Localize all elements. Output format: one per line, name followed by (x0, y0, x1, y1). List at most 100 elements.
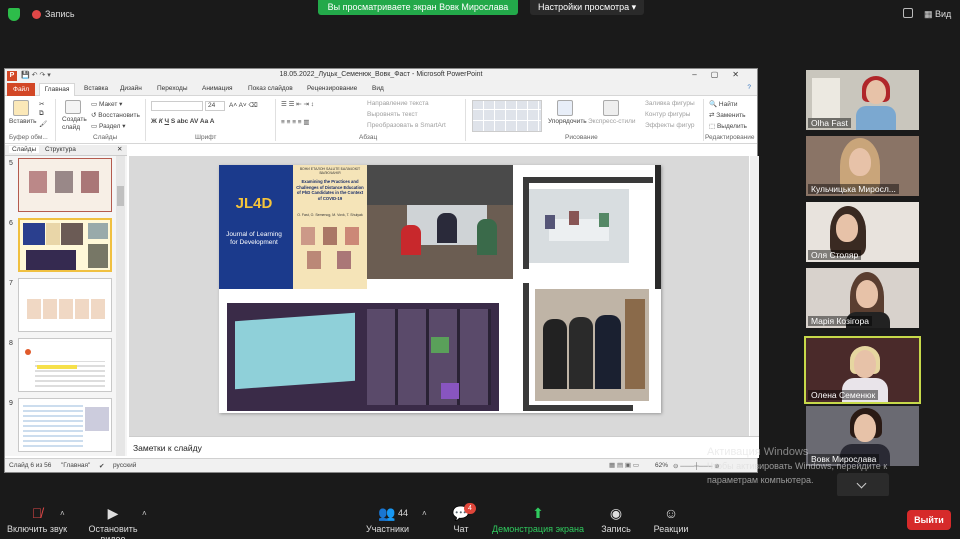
share-screen-button[interactable]: ⬆ Демонстрация экрана (492, 506, 584, 534)
font-size-field[interactable]: 24 (205, 101, 225, 111)
reset-label: Восстановить (98, 112, 140, 119)
participant-tile-active-speaker[interactable]: Олена Семенюк (804, 336, 921, 404)
replace-button[interactable]: ⇄ Заменить (709, 111, 745, 119)
unmute-button[interactable]: 🎙̸ Включить звук (6, 506, 68, 534)
group-drawing-label: Рисование (565, 134, 598, 141)
layout-button[interactable]: ▭ Макет ▾ (91, 100, 122, 108)
tab-file[interactable]: Файл (7, 83, 35, 96)
help-icon[interactable]: ? (747, 84, 751, 91)
tab-transitions[interactable]: Переходы (157, 85, 188, 92)
shape-effects-button[interactable]: Эффекты фигур (645, 122, 695, 129)
current-slide[interactable]: JL4D Journal of Learning for Development… (219, 165, 661, 413)
shape-fill-button[interactable]: Заливка фигуры (645, 100, 695, 107)
new-slide-icon[interactable] (65, 100, 81, 114)
slide-thumbnail-selected[interactable] (18, 218, 112, 272)
tab-slides[interactable]: Слайды (9, 146, 40, 153)
tab-design[interactable]: Дизайн (120, 85, 142, 92)
paste-icon[interactable] (13, 100, 29, 116)
fullscreen-icon[interactable] (903, 8, 913, 18)
slide-thumbnail[interactable] (18, 338, 112, 392)
participant-name: Оля Столяр (808, 250, 862, 260)
windows-activation-line2: Чтобы активировать Windows, перейдите к (707, 461, 888, 471)
quick-styles-button[interactable]: Экспресс-стили (588, 118, 636, 125)
convert-smartart-button[interactable]: Преобразовать в SmartArt (367, 122, 446, 129)
thumb-number: 5 (9, 160, 13, 167)
view-button-label: Вид (935, 9, 952, 19)
chat-badge: 4 (464, 503, 476, 514)
view-mode-icons[interactable]: ▦ ▤ ▣ ▭ (609, 461, 639, 469)
video-camera-icon: ▶︎ (107, 505, 119, 521)
theme-name: "Главная" (61, 462, 91, 469)
copy-icon[interactable]: ⧉ (39, 110, 44, 118)
arrange-button[interactable]: Упорядочить (548, 118, 587, 125)
share-screen-label: Демонстрация экрана (492, 524, 584, 534)
select-button[interactable]: ⬚ Выделить (709, 122, 747, 130)
round-table-photo (529, 189, 629, 263)
find-button[interactable]: 🔍 Найти (709, 100, 737, 108)
participant-tile[interactable]: Оля Столяр (806, 202, 919, 262)
reset-button[interactable]: ↺ Восстановить (91, 111, 140, 119)
tab-outline[interactable]: Структура (45, 146, 76, 153)
close-pane-icon[interactable]: ✕ (117, 145, 122, 153)
language-indicator[interactable]: русский (113, 462, 136, 469)
shapes-gallery[interactable] (472, 100, 542, 132)
format-painter-icon[interactable]: 🖌 (39, 120, 47, 128)
list-icons[interactable]: ☰ ☰ ⇤ ⇥ ↕ (281, 100, 314, 108)
view-options-button[interactable]: Настройки просмотра ▾ (530, 0, 645, 15)
slide-thumbnail[interactable] (18, 398, 112, 452)
stop-video-label: Остановить видео (88, 524, 138, 539)
slide-thumbnail[interactable] (18, 158, 112, 212)
audio-options-caret-icon[interactable]: ˄ (60, 509, 65, 518)
arrange-icon[interactable] (557, 100, 573, 116)
tab-review[interactable]: Рецензирование (307, 85, 357, 92)
reactions-button[interactable]: ☺ Реакции (652, 506, 690, 534)
pane-scrollbar[interactable] (116, 156, 125, 456)
tab-animation[interactable]: Анимация (202, 85, 233, 92)
participant-tile[interactable]: Марія Козігора (806, 268, 919, 328)
text-direction-button[interactable]: Направление текста (367, 100, 429, 107)
record-button[interactable]: ◉ Запись (598, 506, 634, 534)
participant-tile[interactable]: Кульчицька Миросл... (806, 136, 919, 196)
shape-outline-button[interactable]: Контур фигуры (645, 111, 690, 118)
new-slide-button[interactable]: Создать слайд (62, 116, 88, 132)
align-icons[interactable]: ≡ ≡ ≡ ≡ ▥ (281, 118, 310, 126)
participants-count: 44 (398, 508, 409, 518)
slide-vertical-scrollbar[interactable] (750, 156, 759, 436)
journal-title: Journal of Learning for Development (226, 231, 282, 246)
participant-name: Olha Fast (808, 118, 851, 128)
participants-label: Участники (366, 524, 409, 534)
section-button[interactable]: ▭ Раздел ▾ (91, 122, 126, 130)
screen-share-banner: Вы просматриваете экран Вовк Мирослава (318, 0, 518, 15)
font-name-field[interactable] (151, 101, 203, 111)
view-button[interactable]: ▦ Вид (924, 9, 951, 20)
collapse-gallery-button[interactable] (837, 473, 889, 497)
section-label: Раздел (98, 123, 121, 130)
participant-tile[interactable]: Вовк Мирослава (806, 406, 919, 466)
notes-area[interactable]: Заметки к слайду (129, 436, 759, 458)
spellcheck-icon[interactable]: ✔ (99, 462, 104, 470)
tab-home[interactable]: Главная (39, 83, 75, 96)
security-shield-icon[interactable] (8, 8, 20, 21)
thumb-number: 7 (9, 280, 13, 287)
quick-styles-icon[interactable] (603, 100, 619, 116)
participant-tile[interactable]: Olha Fast (806, 70, 919, 130)
windows-activation-line3: параметрам компьютера. (707, 475, 814, 485)
paste-button[interactable]: Вставить (9, 118, 37, 125)
leave-meeting-button[interactable]: Выйти (907, 510, 951, 530)
window-controls[interactable]: –▢✕ (692, 70, 753, 79)
zoom-level[interactable]: 62% (655, 462, 668, 469)
grow-shrink-font-icons[interactable]: A˄ A˅ ⌫ (229, 101, 258, 109)
align-text-button[interactable]: Выровнять текст (367, 111, 418, 118)
tab-insert[interactable]: Вставка (84, 85, 108, 92)
unmute-label: Включить звук (6, 524, 68, 534)
stop-video-button[interactable]: ▶︎ Остановить видео (76, 506, 150, 539)
cut-icon[interactable]: ✂ (39, 100, 44, 108)
video-options-caret-icon[interactable]: ˄ (142, 509, 147, 518)
bold-italic-underline-icons[interactable]: Ж К Ч S abc AV Aa A (151, 118, 214, 125)
tab-slideshow[interactable]: Показ слайдов (248, 85, 293, 92)
slide-thumbnail[interactable] (18, 278, 112, 332)
notes-placeholder: Заметки к слайду (133, 443, 202, 453)
participants-caret-icon[interactable]: ˄ (422, 509, 427, 518)
participant-name: Кульчицька Миросл... (808, 184, 899, 194)
tab-view[interactable]: Вид (372, 85, 384, 92)
